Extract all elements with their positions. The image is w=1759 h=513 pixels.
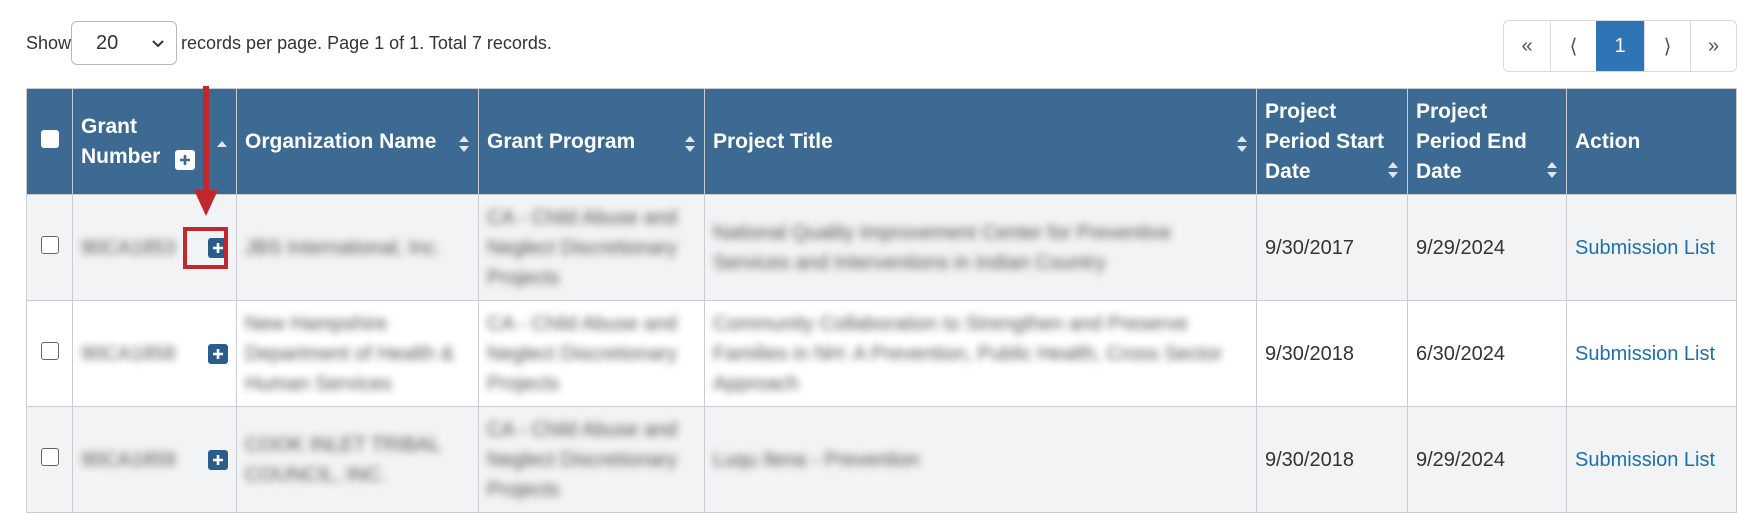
grant-program: CA - Child Abuse and Neglect Discretiona… — [487, 206, 678, 289]
organization-name: New Hampshire Department of Health & Hum… — [245, 312, 454, 395]
end-date-cell: 9/29/2024 — [1407, 194, 1567, 301]
sort-icon[interactable] — [684, 134, 696, 154]
header-end-date-label: Project Period End Date — [1416, 99, 1527, 183]
per-page-value: 20 — [96, 31, 119, 54]
expand-row-icon[interactable] — [208, 449, 228, 470]
organization-name: JBS International, Inc. — [245, 236, 441, 259]
grant-number-cell: 90CA1859 — [72, 406, 237, 513]
grant-program: CA - Child Abuse and Neglect Discretiona… — [487, 418, 678, 501]
first-page-button[interactable]: « — [1504, 21, 1550, 71]
pagination: « ⟨ 1 ⟩ » — [1503, 20, 1737, 72]
grant-program-cell: CA - Child Abuse and Neglect Discretiona… — [478, 406, 705, 513]
last-page-button[interactable]: » — [1690, 21, 1736, 71]
end-date-cell: 9/29/2024 — [1407, 406, 1567, 513]
sort-icon[interactable] — [1236, 134, 1248, 154]
header-organization-name-label: Organization Name — [245, 129, 437, 153]
table-row: 90CA1858 New Hampshire Department of Hea… — [26, 300, 1737, 407]
start-date-cell: 9/30/2017 — [1256, 194, 1408, 301]
sort-icon[interactable] — [1387, 160, 1399, 180]
header-end-date[interactable]: Project Period End Date — [1407, 88, 1567, 195]
grant-number-cell: 90CA1858 — [72, 300, 237, 407]
submission-list-link[interactable]: Submission List — [1575, 237, 1715, 259]
table-header-row: Grant Number Organization Name Grant Pro… — [26, 88, 1737, 195]
annotation-highlight-box — [183, 227, 228, 269]
header-start-date-label: Project Period Start Date — [1265, 99, 1385, 183]
grants-table: Grant Number Organization Name Grant Pro… — [26, 88, 1737, 513]
row-select-cell — [26, 300, 73, 407]
select-all-checkbox[interactable] — [40, 129, 59, 148]
row-checkbox[interactable] — [40, 341, 59, 360]
chevron-down-icon — [152, 40, 164, 48]
per-page-select[interactable]: 20 — [71, 21, 178, 65]
start-date-cell: 9/30/2018 — [1256, 406, 1408, 513]
records-per-page-bar: Show 20 records per page. Page 1 of 1. T… — [26, 20, 552, 66]
header-grant-program-label: Grant Program — [487, 129, 636, 153]
row-checkbox[interactable] — [40, 447, 59, 466]
table-row: 90CA1853 JBS International, Inc. CA - Ch… — [26, 194, 1737, 301]
grant-program-cell: CA - Child Abuse and Neglect Discretiona… — [478, 194, 705, 301]
organization-name-cell: JBS International, Inc. — [236, 194, 479, 301]
submission-list-link[interactable]: Submission List — [1575, 449, 1715, 471]
current-page-button[interactable]: 1 — [1596, 21, 1644, 71]
project-title: National Quality Improvement Center for … — [713, 221, 1171, 274]
expand-row-icon[interactable] — [208, 343, 228, 364]
prev-page-button[interactable]: ⟨ — [1550, 21, 1596, 71]
expand-all-icon[interactable] — [175, 150, 195, 170]
select-all-cell — [26, 88, 73, 195]
project-title-cell: National Quality Improvement Center for … — [704, 194, 1257, 301]
header-project-title[interactable]: Project Title — [704, 88, 1257, 195]
grant-program: CA - Child Abuse and Neglect Discretiona… — [487, 312, 678, 395]
sort-icon[interactable] — [458, 134, 470, 154]
grant-number: 90CA1859 — [81, 448, 176, 471]
end-date-cell: 6/30/2024 — [1407, 300, 1567, 407]
row-checkbox[interactable] — [40, 235, 59, 254]
grant-number: 90CA1853 — [81, 236, 176, 259]
records-summary: records per page. Page 1 of 1. Total 7 r… — [181, 32, 552, 53]
organization-name-cell: COOK INLET TRIBAL COUNCIL, INC. — [236, 406, 479, 513]
header-grant-program[interactable]: Grant Program — [478, 88, 705, 195]
header-action: Action — [1566, 88, 1737, 195]
start-date-cell: 9/30/2018 — [1256, 300, 1408, 407]
grant-number: 90CA1858 — [81, 342, 176, 365]
header-organization-name[interactable]: Organization Name — [236, 88, 479, 195]
project-title: Luqu Ilena - Prevention — [713, 448, 920, 471]
project-title-cell: Community Collaboration to Strengthen an… — [704, 300, 1257, 407]
next-page-button[interactable]: ⟩ — [1644, 21, 1690, 71]
grant-program-cell: CA - Child Abuse and Neglect Discretiona… — [478, 300, 705, 407]
project-title-cell: Luqu Ilena - Prevention — [704, 406, 1257, 513]
sort-icon[interactable] — [1546, 160, 1558, 180]
header-start-date[interactable]: Project Period Start Date — [1256, 88, 1408, 195]
show-label: Show — [26, 32, 72, 53]
row-select-cell — [26, 406, 73, 513]
organization-name-cell: New Hampshire Department of Health & Hum… — [236, 300, 479, 407]
header-action-label: Action — [1575, 129, 1641, 153]
action-cell: Submission List — [1566, 406, 1737, 513]
annotation-arrow-icon — [194, 86, 218, 216]
project-title: Community Collaboration to Strengthen an… — [713, 312, 1223, 395]
table-row: 90CA1859 COOK INLET TRIBAL COUNCIL, INC.… — [26, 406, 1737, 513]
header-project-title-label: Project Title — [713, 129, 833, 153]
submission-list-link[interactable]: Submission List — [1575, 343, 1715, 365]
row-select-cell — [26, 194, 73, 301]
action-cell: Submission List — [1566, 194, 1737, 301]
action-cell: Submission List — [1566, 300, 1737, 407]
organization-name: COOK INLET TRIBAL COUNCIL, INC. — [245, 433, 441, 486]
header-grant-number-label: Grant Number — [81, 114, 161, 168]
